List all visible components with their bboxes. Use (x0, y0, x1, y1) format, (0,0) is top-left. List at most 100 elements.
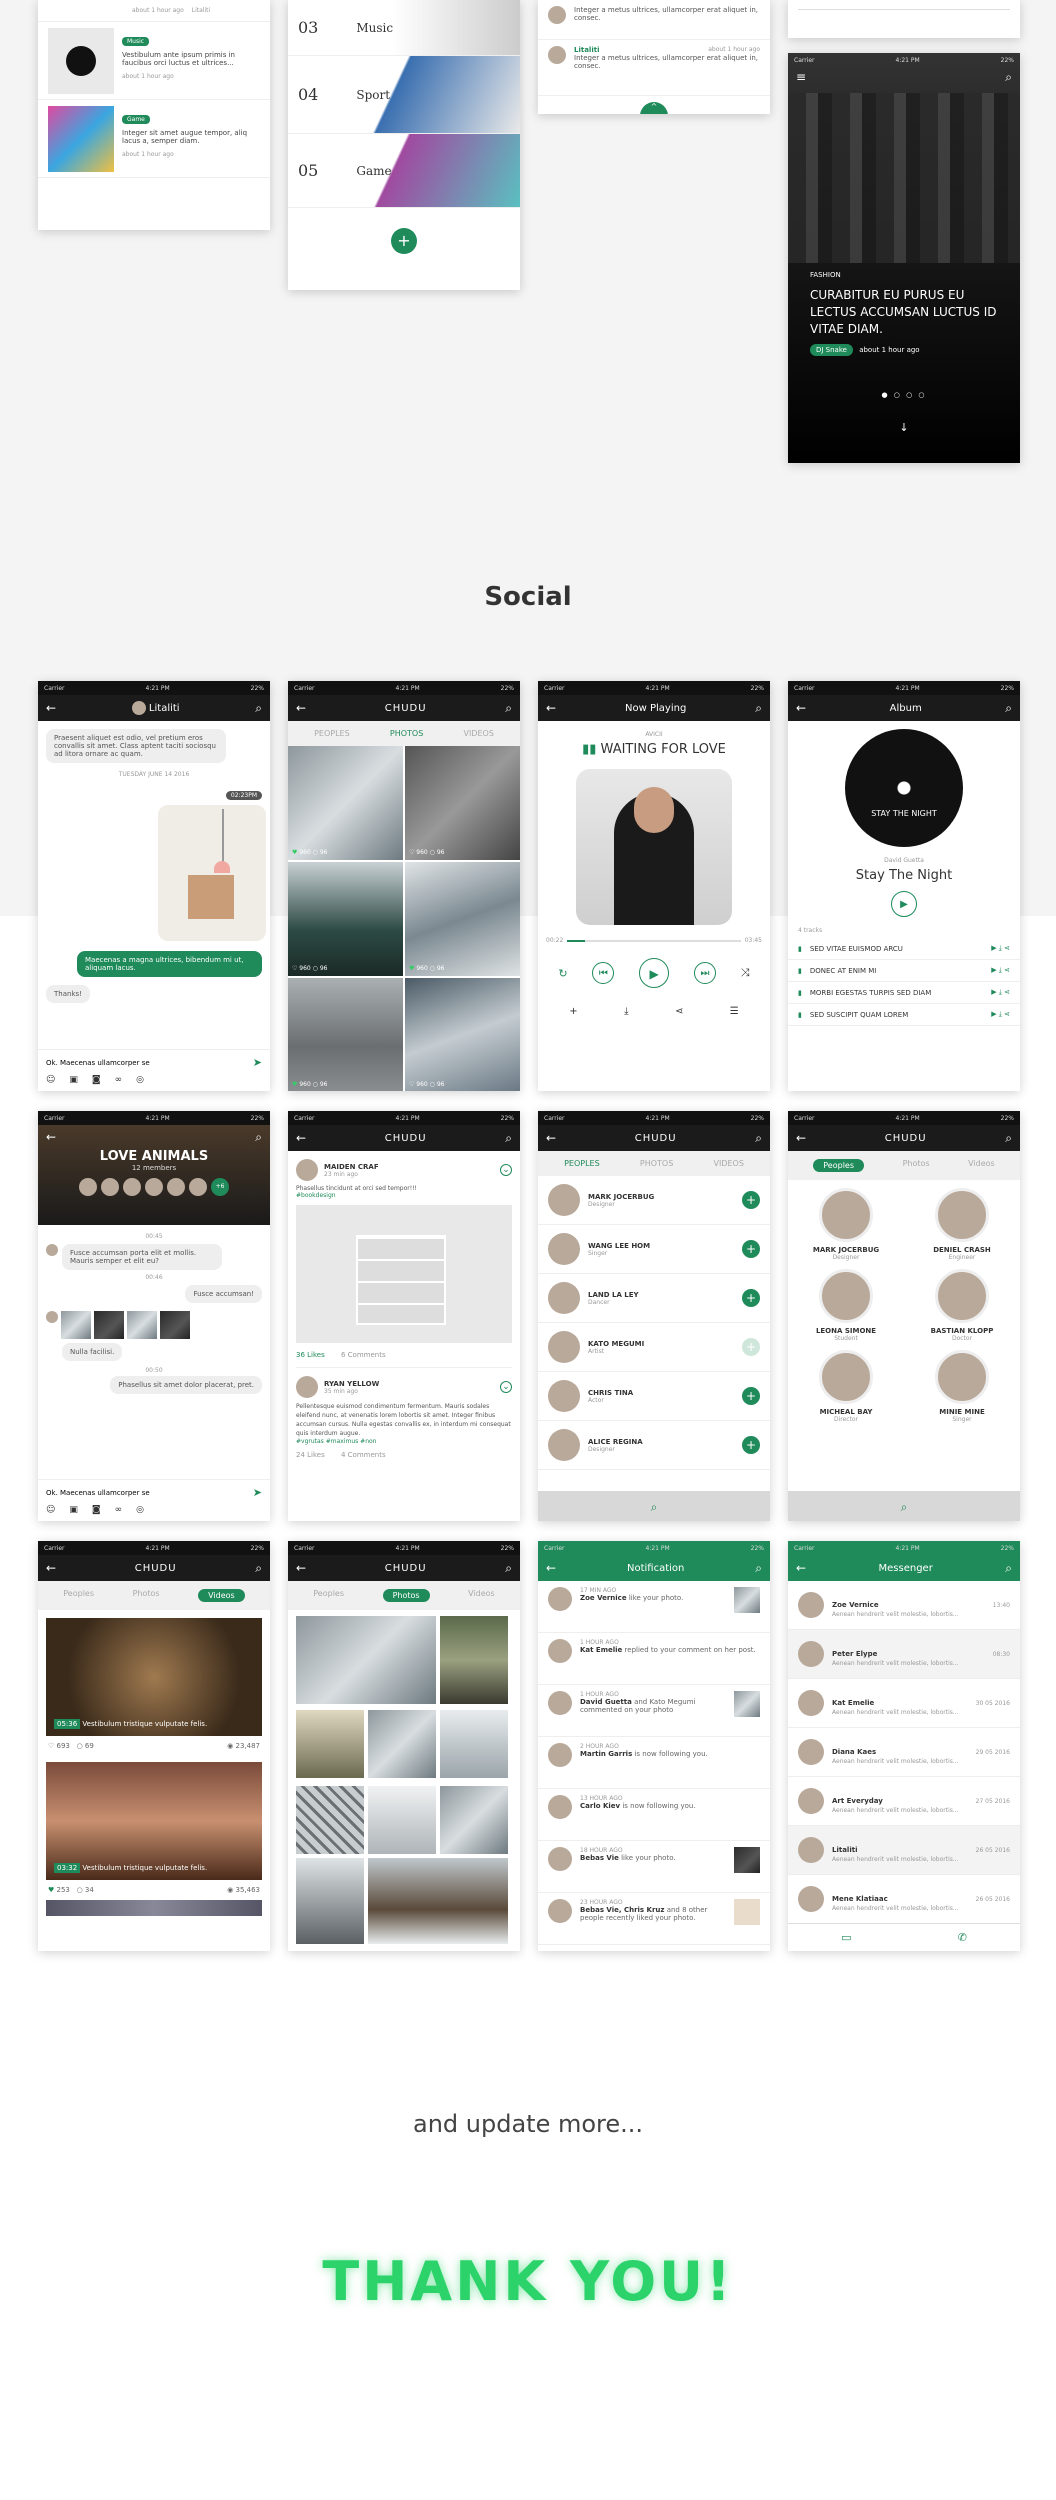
search-icon[interactable]: ⌕ (1005, 1562, 1012, 1574)
tab-videos[interactable]: Videos (968, 1159, 995, 1172)
post-author[interactable]: MAIDEN CRAF (324, 1163, 494, 1171)
person-card[interactable]: MINIE MINE Singer (904, 1350, 1020, 1423)
previous-icon[interactable]: ⏮ (592, 962, 615, 984)
menu-icon[interactable]: ≡ (796, 71, 806, 83)
tab-photos[interactable]: PHOTOS (640, 1159, 673, 1168)
image-icon[interactable]: ▣ (69, 1075, 78, 1085)
location-icon[interactable]: ◎ (136, 1505, 144, 1515)
link-icon[interactable]: ∞ (115, 1505, 123, 1515)
back-arrow-icon[interactable]: ← (546, 1132, 556, 1144)
chat-icon[interactable]: ▭ (841, 1931, 851, 1944)
tab-videos[interactable]: VIDEOS (713, 1159, 743, 1168)
tab-photos[interactable]: Photos (382, 1589, 430, 1602)
person-row[interactable]: ALICE REGINA Designer + (538, 1421, 770, 1470)
shared-photo[interactable] (94, 1311, 124, 1339)
tab-videos[interactable]: Videos (198, 1589, 245, 1602)
tab-videos[interactable]: VIDEOS (463, 729, 493, 738)
location-icon[interactable]: ◎ (136, 1075, 144, 1085)
comment-count[interactable]: 6 Comments (341, 1351, 386, 1359)
conversation-row[interactable]: Kat Emelie Aenean hendrerit velit molesti… (788, 1679, 1020, 1728)
back-arrow-icon[interactable]: ← (46, 1562, 56, 1574)
notification-row[interactable]: 2 HOUR AGO Martin Garris is now following… (538, 1737, 770, 1789)
image-icon[interactable]: ▣ (69, 1505, 78, 1515)
shuffle-icon[interactable]: ⤨ (741, 966, 750, 980)
photo-tile[interactable] (440, 1616, 508, 1704)
download-icon[interactable]: ⤓ (624, 1006, 628, 1017)
camera-icon[interactable]: ◙ (92, 1075, 101, 1085)
play-icon[interactable]: ▶ (891, 891, 917, 917)
repeat-icon[interactable]: ↻ (558, 967, 567, 980)
person-row[interactable]: KATO MEGUMI Artist + (538, 1323, 770, 1372)
item-tag[interactable]: Game (122, 115, 150, 124)
scroll-up-button[interactable]: ^ (640, 102, 668, 114)
photo-tile[interactable]: ♡ 960 ○ 96 (405, 978, 520, 1091)
photo-tile[interactable] (296, 1710, 364, 1778)
avatar[interactable] (189, 1178, 207, 1196)
emoji-icon[interactable]: ☺ (46, 1075, 55, 1085)
avatar[interactable] (296, 1159, 318, 1181)
like-count[interactable]: 24 Likes (296, 1451, 325, 1459)
shared-photo[interactable] (61, 1311, 91, 1339)
notification-row[interactable]: 1 HOUR AGO David Guetta and Kato Megumi c… (538, 1685, 770, 1737)
back-arrow-icon[interactable]: ← (796, 702, 806, 714)
notification-thumb[interactable] (734, 1847, 760, 1873)
tab-photos[interactable]: Photos (133, 1589, 160, 1602)
send-icon[interactable]: ➤ (253, 1486, 262, 1499)
person-card[interactable]: MICHEAL BAY Director (788, 1350, 904, 1423)
author-badge[interactable]: DJ Snake (810, 344, 853, 356)
back-arrow-icon[interactable]: ← (546, 702, 556, 714)
photo-tile[interactable] (440, 1710, 508, 1778)
post-tag[interactable]: #vgrutas #maximus #non (296, 1438, 512, 1445)
search-icon[interactable]: ⌕ (901, 1500, 908, 1514)
add-friend-button[interactable]: + (742, 1289, 760, 1307)
tab-peoples[interactable]: Peoples (63, 1589, 94, 1602)
fashion-headline[interactable]: CURABITUR EU PURUS EU LECTUS ACCUMSAN LU… (810, 287, 1010, 338)
avatar[interactable] (123, 1178, 141, 1196)
notification-thumb[interactable] (734, 1587, 760, 1613)
photo-tile[interactable] (296, 1616, 436, 1704)
notification-thumb[interactable] (734, 1691, 760, 1717)
photo-tile[interactable]: ♡ 960 ○ 96 (288, 862, 403, 976)
search-icon[interactable]: ⌕ (755, 1562, 762, 1574)
search-icon[interactable]: ⌕ (1005, 1132, 1012, 1144)
tab-peoples[interactable]: Peoples (813, 1159, 865, 1172)
add-friend-button[interactable]: + (742, 1387, 760, 1405)
track-actions-icon[interactable]: ▶ ⤓ ⋖ (991, 944, 1010, 953)
back-arrow-icon[interactable]: ← (296, 1562, 306, 1574)
arrow-down-icon[interactable]: ↓ (788, 421, 1020, 434)
message-input[interactable] (46, 1488, 216, 1497)
link-icon[interactable]: ∞ (115, 1075, 123, 1085)
photo-tile[interactable] (440, 1786, 508, 1854)
shared-image[interactable] (158, 805, 266, 941)
list-item[interactable]: Music Vestibulum ante ipsum primis in fa… (38, 22, 270, 100)
add-fab-button[interactable]: + (391, 228, 417, 254)
list-item[interactable]: Game Integer sit amet augue tempor, aliq… (38, 100, 270, 178)
search-icon[interactable]: ⌕ (755, 702, 762, 714)
photo-tile[interactable]: ♥ 960 ○ 96 (288, 978, 403, 1091)
send-icon[interactable]: ➤ (253, 1056, 262, 1069)
person-card[interactable]: BASTIAN KLOPP Doctor (904, 1269, 1020, 1342)
track-actions-icon[interactable]: ▶ ⤓ ⋖ (991, 1010, 1010, 1019)
add-friend-button[interactable]: + (742, 1436, 760, 1454)
notification-row[interactable]: 18 HOUR AGO Bebas Vie like your photo. (538, 1841, 770, 1893)
item-tag[interactable]: Music (122, 37, 150, 46)
person-row[interactable]: LAND LA LEY Dancer + (538, 1274, 770, 1323)
tab-peoples[interactable]: Peoples (313, 1589, 344, 1602)
search-icon[interactable]: ⌕ (255, 1131, 262, 1143)
photo-tile[interactable] (296, 1786, 364, 1854)
person-row[interactable]: WANG LEE HOM Singer + (538, 1225, 770, 1274)
camera-icon[interactable]: ◙ (92, 1505, 101, 1515)
search-icon[interactable]: ⌕ (505, 702, 512, 714)
person-card[interactable]: MARK JOCERBUG Designer (788, 1188, 904, 1261)
search-icon[interactable]: ⌕ (505, 1562, 512, 1574)
avatar[interactable] (79, 1178, 97, 1196)
avatar[interactable] (101, 1178, 119, 1196)
photo-tile[interactable] (296, 1858, 364, 1944)
search-icon[interactable]: ⌕ (651, 1500, 658, 1514)
conversation-row[interactable]: Litaliti Aenean hendrerit velit molestie,… (788, 1826, 1020, 1875)
photo-tile[interactable]: ♡ 960 ○ 96 (405, 746, 520, 860)
video-thumb[interactable] (46, 1900, 262, 1916)
back-arrow-icon[interactable]: ← (296, 1132, 306, 1144)
next-icon[interactable]: ⏭ (693, 962, 716, 984)
person-card[interactable]: DENIEL CRASH Engineer (904, 1188, 1020, 1261)
